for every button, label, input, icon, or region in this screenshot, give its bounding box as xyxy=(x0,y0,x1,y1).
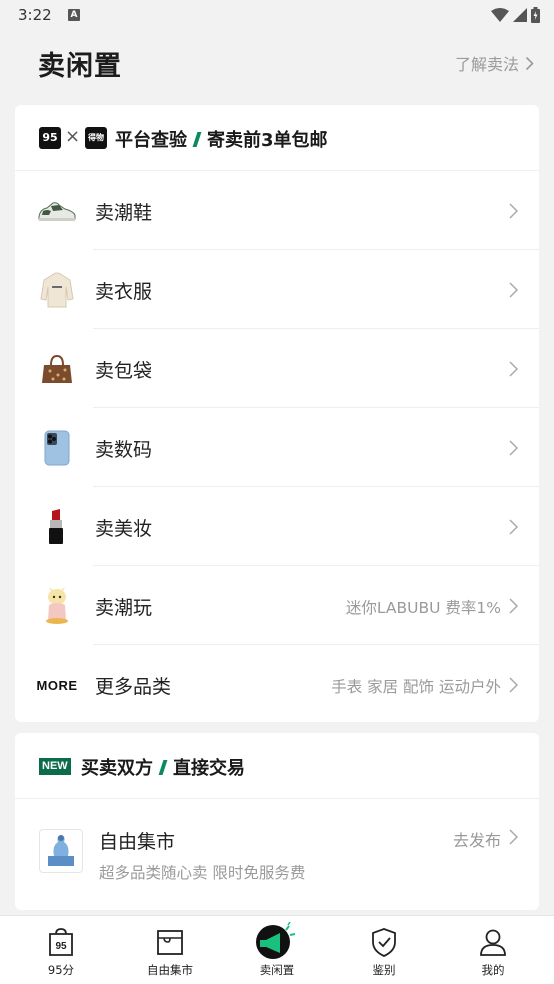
chevron-right-icon xyxy=(509,361,519,377)
page-header: 卖闲置 了解卖法 xyxy=(0,30,554,96)
notification-icon: A xyxy=(68,9,80,21)
chevron-right-icon xyxy=(509,282,519,298)
category-label: 卖包袋 xyxy=(95,360,153,382)
handbag-icon xyxy=(37,349,77,389)
publish-link[interactable]: 去发布 xyxy=(453,827,501,851)
promo-text-a: 平台查验 xyxy=(115,130,187,151)
chevron-right-icon xyxy=(509,829,519,845)
free-market-subtitle: 超多品类随心卖 限时免服务费 xyxy=(99,864,306,882)
category-label: 更多品类 xyxy=(95,676,172,698)
cross-icon: × xyxy=(65,126,81,147)
chevron-right-icon xyxy=(509,598,519,614)
tab-authenticate[interactable]: 鉴别 xyxy=(329,916,439,984)
sculpture-icon xyxy=(39,829,83,873)
direct-trade-text-a: 买卖双方 xyxy=(81,758,153,779)
sell-categories-card: 95 × 得物 平台查验 寄卖前3单包邮 卖潮鞋 卖衣服 卖包袋 卖数码 卖美妆… xyxy=(15,105,539,722)
chevron-right-icon xyxy=(509,677,519,693)
category-row-more[interactable]: MORE 更多品类 手表 家居 配饰 运动户外 xyxy=(15,645,539,722)
chevron-right-icon xyxy=(509,440,519,456)
battery-icon xyxy=(531,7,540,23)
bottom-tab-bar: 95 95分 自由集市 卖闲置 鉴别 我的 xyxy=(0,915,554,984)
category-label: 卖潮玩 xyxy=(95,597,153,619)
learn-selling-link[interactable]: 了解卖法 xyxy=(455,51,534,75)
wifi-icon xyxy=(491,8,509,22)
chevron-right-icon xyxy=(509,519,519,535)
tab-label: 鉴别 xyxy=(372,963,396,977)
phone-icon xyxy=(37,428,77,468)
tab-me[interactable]: 我的 xyxy=(438,916,548,984)
user-icon xyxy=(480,929,506,956)
direct-trade-header: NEW 买卖双方 直接交易 xyxy=(15,733,539,799)
megaphone-icon xyxy=(256,922,296,959)
category-row-bags[interactable]: 卖包袋 xyxy=(15,329,539,408)
slash-divider xyxy=(158,759,168,775)
more-logo-text: MORE xyxy=(36,677,78,693)
promo-text-b: 寄卖前3单包邮 xyxy=(207,130,328,151)
toy-icon xyxy=(37,586,77,626)
promo-text: 平台查验 寄卖前3单包邮 xyxy=(115,126,328,152)
market-icon xyxy=(157,930,183,955)
category-label: 卖数码 xyxy=(95,439,153,461)
free-market-title: 自由集市 xyxy=(99,831,176,853)
chevron-right-icon xyxy=(525,56,534,70)
tab-label: 自由集市 xyxy=(147,963,193,977)
direct-trade-text-b: 直接交易 xyxy=(173,758,245,779)
category-extra: 手表 家居 配饰 运动户外 xyxy=(331,678,501,696)
category-row-digital[interactable]: 卖数码 xyxy=(15,408,539,487)
sneaker-icon xyxy=(37,191,77,231)
learn-selling-label: 了解卖法 xyxy=(454,55,519,74)
lipstick-icon xyxy=(37,507,77,547)
new-badge: NEW xyxy=(39,758,71,775)
status-bar: 3:22 A xyxy=(0,0,554,30)
slash-divider xyxy=(192,131,202,147)
status-time: 3:22 xyxy=(18,6,52,24)
category-label: 卖潮鞋 xyxy=(95,202,153,224)
category-row-clothes[interactable]: 卖衣服 xyxy=(15,250,539,329)
free-market-row[interactable]: 自由集市 超多品类随心卖 限时免服务费 去发布 xyxy=(15,799,539,910)
direct-trade-card: NEW 买卖双方 直接交易 自由集市 超多品类随心卖 限时免服务费 去发布 xyxy=(15,733,539,910)
category-label: 卖美妆 xyxy=(95,518,153,540)
svg-text:95: 95 xyxy=(55,941,67,952)
logo-95: 95 xyxy=(39,127,61,149)
tab-free-market[interactable]: 自由集市 xyxy=(115,916,225,984)
category-extra: 迷你LABUBU 费率1% xyxy=(345,599,501,617)
category-label: 卖衣服 xyxy=(95,281,153,303)
tab-label: 95分 xyxy=(47,963,75,977)
tab-label: 卖闲置 xyxy=(259,963,295,977)
hoodie-icon xyxy=(37,270,77,310)
tab-95fen[interactable]: 95 95分 xyxy=(6,916,116,984)
category-row-shoes[interactable]: 卖潮鞋 xyxy=(15,171,539,250)
tab-sell-idle[interactable]: 卖闲置 xyxy=(222,916,332,984)
status-icons xyxy=(491,6,540,24)
category-row-toys[interactable]: 卖潮玩 迷你LABUBU 费率1% xyxy=(15,566,539,645)
shield-check-icon xyxy=(372,928,396,957)
bag-95-icon: 95 xyxy=(49,928,73,956)
chevron-right-icon xyxy=(509,203,519,219)
signal-icon xyxy=(513,8,527,22)
logo-dewu: 得物 xyxy=(85,127,107,149)
promo-banner: 95 × 得物 平台查验 寄卖前3单包邮 xyxy=(15,105,539,171)
tab-label: 我的 xyxy=(481,963,505,977)
direct-trade-text: 买卖双方 直接交易 xyxy=(81,754,245,780)
category-row-beauty[interactable]: 卖美妆 xyxy=(15,487,539,566)
page-title: 卖闲置 xyxy=(38,51,122,82)
more-logo: MORE xyxy=(36,665,78,705)
